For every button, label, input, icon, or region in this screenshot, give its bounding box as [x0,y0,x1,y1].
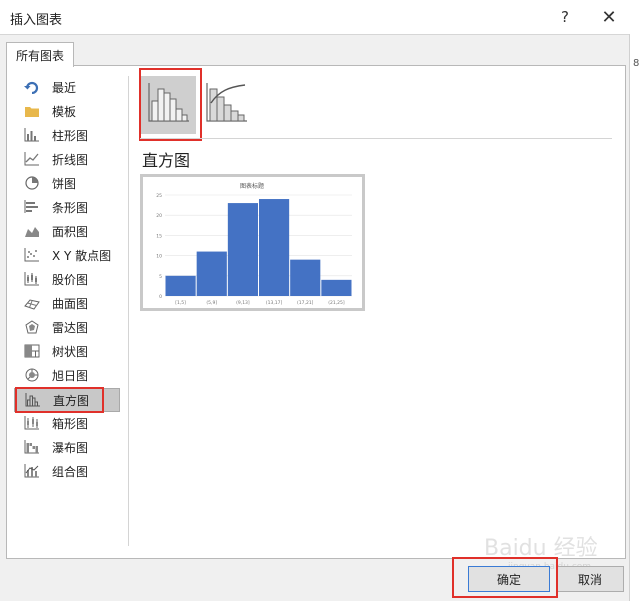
area-chart-icon [22,223,42,239]
histogram-bar [165,275,196,296]
sidebar-item-label: 瀑布图 [52,440,89,455]
sheet-cell-text: 8 [633,58,640,69]
cancel-button[interactable]: 取消 [556,566,624,592]
sidebar-item-label: 模板 [52,104,77,119]
y-tick-label: 15 [156,233,162,239]
histogram-bar [321,279,352,296]
highlight-frame-ok [452,557,558,598]
box-whisker-chart-icon [22,415,42,431]
sunburst-chart-icon [22,367,42,383]
title-bar: 插入图表 ? ✕ [0,0,641,35]
sidebar-item-line[interactable]: 折线图 [14,148,118,170]
y-tick-label: 25 [156,193,162,199]
sidebar-item-recent[interactable]: 最近 [14,76,118,98]
y-tick-label: 5 [159,274,162,280]
subtype-pareto[interactable] [198,76,254,134]
sidebar-item-label: 曲面图 [52,296,89,311]
background-sheet-edge: 8 [629,34,641,601]
highlight-frame-sidebar [15,387,104,413]
sidebar-item-label: 条形图 [52,200,89,215]
close-button[interactable]: ✕ [595,4,623,30]
sidebar-item-label: 箱形图 [52,416,89,431]
preview-bars [165,199,352,296]
bar-chart-icon [22,199,42,215]
sidebar-item-label: 折线图 [52,152,89,167]
chart-preview[interactable]: 图表标题 0 5 10 15 20 25 [1,5] (5,9] (9,13] (13,17] (… [140,174,365,311]
sidebar-item-box-whisker[interactable]: 箱形图 [14,412,118,434]
folder-icon [22,103,42,119]
histogram-bar [227,203,258,296]
waterfall-chart-icon [22,439,42,455]
panel-divider [128,76,129,546]
sidebar-item-label: 柱形图 [52,128,89,143]
sidebar-item-label: 雷达图 [52,320,89,335]
tab-all-charts[interactable]: 所有图表 [6,42,74,67]
column-chart-icon [22,127,42,143]
sidebar-item-templates[interactable]: 模板 [14,100,118,122]
sidebar-item-bar[interactable]: 条形图 [14,196,118,218]
sidebar-item-label: 股价图 [52,272,89,287]
x-tick-label: (5,9] [206,300,217,306]
pie-chart-icon [22,175,42,191]
dialog-title: 插入图表 [10,13,63,28]
sidebar-item-column[interactable]: 柱形图 [14,124,118,146]
radar-chart-icon [22,319,42,335]
preview-y-axis: 0 5 10 15 20 25 [156,193,162,300]
sidebar-item-label: 面积图 [52,224,89,239]
sidebar-item-area[interactable]: 面积图 [14,220,118,242]
sidebar-item-waterfall[interactable]: 瀑布图 [14,436,118,458]
histogram-bar [196,251,227,296]
sidebar-item-scatter[interactable]: X Y 散点图 [14,244,118,266]
x-tick-label: (13,17] [266,300,283,306]
histogram-preview-chart: 图表标题 0 5 10 15 20 25 [1,5] (5,9] (9,13] (13,17] (… [156,182,352,306]
sidebar-item-label: 最近 [52,80,77,95]
help-button[interactable]: ? [551,4,579,30]
chart-type-title: 直方图 [142,151,191,170]
y-tick-label: 0 [159,294,162,300]
sidebar-item-combo[interactable]: 组合图 [14,460,118,482]
sidebar-item-treemap[interactable]: 树状图 [14,340,118,362]
histogram-bar [259,199,290,296]
x-tick-label: (21,25] [328,300,345,306]
insert-chart-dialog: 插入图表 ? ✕ 8 所有图表 最近 模板 柱形图 折线图 饼图 条形图 面积图… [0,0,641,601]
recent-icon [22,79,42,95]
line-chart-icon [22,151,42,167]
y-tick-label: 10 [156,254,162,260]
preview-chart-title: 图表标题 [240,182,264,190]
x-tick-label: [1,5] [175,300,186,306]
highlight-frame-subtype [139,68,202,141]
sidebar-item-surface[interactable]: 曲面图 [14,292,118,314]
pareto-subtype-icon [203,81,249,129]
sidebar-item-sunburst[interactable]: 旭日图 [14,364,118,386]
x-tick-label: (9,13] [236,300,250,306]
sidebar-item-label: 组合图 [52,464,89,479]
surface-chart-icon [22,295,42,311]
sidebar-item-label: 饼图 [52,176,77,191]
stock-chart-icon [22,271,42,287]
treemap-chart-icon [22,343,42,359]
preview-x-axis: [1,5] (5,9] (9,13] (13,17] (17,21] (21,25] [175,300,345,306]
sidebar-item-label: X Y 散点图 [52,248,112,263]
sidebar-item-pie[interactable]: 饼图 [14,172,118,194]
sidebar-item-label: 旭日图 [52,368,89,383]
sidebar-item-label: 树状图 [52,344,89,359]
y-tick-label: 20 [156,213,162,219]
section-divider [140,138,612,139]
histogram-bar [290,259,321,296]
sidebar-item-radar[interactable]: 雷达图 [14,316,118,338]
sidebar-item-stock[interactable]: 股价图 [14,268,118,290]
x-tick-label: (17,21] [297,300,314,306]
scatter-chart-icon [22,247,42,263]
combo-chart-icon [22,463,42,479]
